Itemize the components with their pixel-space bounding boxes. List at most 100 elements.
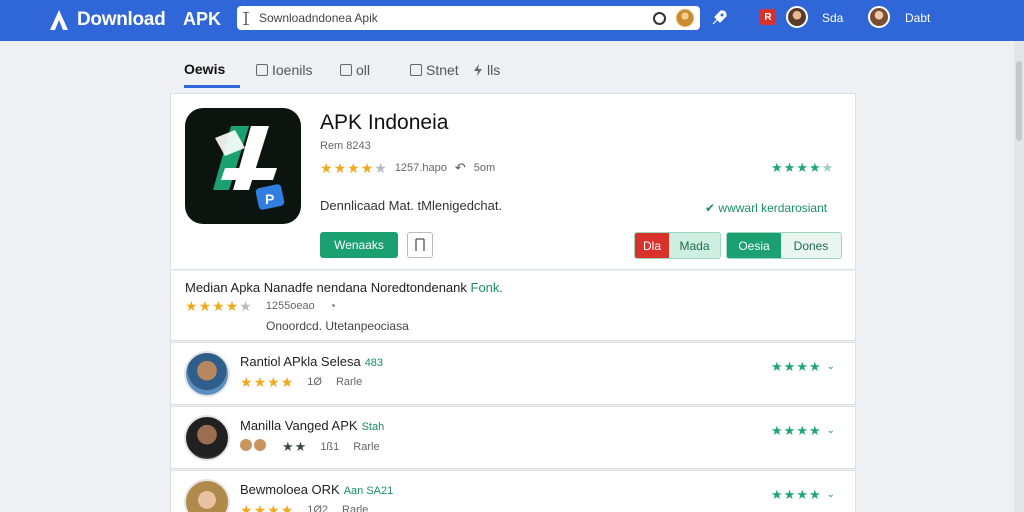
summary-title: Median Apka Nanadfe nendana Noredtondena… [185,280,467,295]
chevron-down-icon[interactable]: ⌄ [827,425,835,436]
tab-roll[interactable]: oll [340,52,370,88]
review-label: Rarle [353,440,380,453]
scrollbar-thumb[interactable] [1016,61,1022,141]
avatar[interactable] [184,479,230,512]
star-icon: ★ [771,487,783,502]
green-star-rating: ★ ★ ★ ★ [771,424,821,437]
search-avatar-icon[interactable] [676,9,694,27]
install-button[interactable]: Wenaaks [320,232,398,258]
mini-avatars [240,439,268,454]
user-name[interactable]: Dabt [905,11,930,25]
box-icon [340,64,352,76]
chevron-down-icon[interactable]: ⌄ [827,489,835,500]
star-icon: ★ [239,298,252,314]
search-input[interactable] [259,11,653,25]
tab-stnet[interactable]: Stnet [410,52,459,88]
top-bar: Download APK R Sda Dabt [0,0,1024,41]
summary-card: Median Apka Nanadfe nendana Noredtondena… [170,271,856,341]
review-right: ★ ★ ★ ★ ⌄ [771,360,835,373]
summary-tag[interactable]: Fonk. [471,280,504,295]
search-bar[interactable] [237,6,700,30]
review-item[interactable]: Manilla Vanged APK Stah ★ ★ 1ß1 Rarle ★ ★… [170,406,856,469]
tab-label: Oewis [184,60,226,77]
star-icon: ★ [253,374,267,390]
app-rating-row: ★ ★ ★ ★ ★ 1257.hapo ↶ 5om [320,160,495,176]
star-icon: ★ [333,160,347,176]
tab-details[interactable]: Ioenils [256,52,312,88]
star-icon: ★ [796,487,808,502]
bookmark-button[interactable] [407,232,433,258]
search-ring-icon[interactable] [653,11,666,25]
app-icon[interactable]: P [185,108,301,224]
star-icon: ★ [294,439,307,454]
check-icon: ✔ [705,201,716,215]
review-item[interactable]: Rantiol APkla Selesa 483 ★ ★ ★ ★ 1Ø Rarle… [170,342,856,405]
summary-text: Median Apka Nanadfe nendana Noredtondena… [185,280,503,295]
avatar[interactable] [786,6,808,28]
star-icon: ★ [267,374,280,390]
review-label: Rarle [342,504,369,512]
star-icon: ★ [225,298,239,314]
reviewer-name: Manilla Vanged APK [240,418,358,433]
star-icon: ★ [280,502,294,512]
chevron-down-icon[interactable]: ⌄ [827,361,835,372]
star-icon: ★ [253,502,267,512]
review-tag: 483 [364,357,384,369]
flag-icon[interactable]: R [760,9,776,25]
app-meta: Rem 8243 [320,140,371,152]
star-icon: ★ [360,160,374,176]
svg-text:P: P [265,191,274,207]
star-rating: ★ ★ ★ ★ ★ [320,161,387,175]
star-icon: ★ [821,160,834,175]
user-name[interactable]: Sda [822,11,843,25]
app-logo-graphic: P [213,126,285,210]
share-label[interactable]: 5om [474,162,495,174]
avatar[interactable] [184,415,230,461]
star-icon: ★ [783,487,796,502]
apk-nav-link[interactable]: APK [183,9,221,30]
search-icon[interactable]: ◔ [329,299,336,313]
doc-icon [256,64,268,76]
seg-option-oesia[interactable]: Oesia [727,233,781,258]
star-icon: ★ [808,423,821,438]
bookmark-icon [415,238,425,251]
list-icon [410,64,422,76]
tab-overview[interactable]: Oewis [184,52,240,88]
review-right: ★ ★ ★ ★ ⌄ [771,488,835,501]
review-meta: ★ ★ 1ß1 Rarle [240,439,380,454]
review-right: ★ ★ ★ ★ ⌄ [771,424,835,437]
summary-subtitle: Onoordcd. Utetanpeociasa [266,319,409,333]
tab-label: oll [356,62,371,78]
star-icon: ★ [347,160,360,176]
logo[interactable]: Download [47,6,166,34]
star-icon: ★ [212,298,225,314]
star-icon: ★ [240,374,253,390]
app-description: Dennlicaad Mat. tMlenigedchat. [320,198,503,213]
avatar[interactable] [868,6,890,28]
review-label: Rarle [335,376,363,388]
share-icon[interactable]: ↶ [455,160,466,176]
star-icon: ★ [808,160,821,175]
tab-bolt[interactable]: lls [473,52,500,88]
review-count: 1ß1 [320,440,340,453]
avatar[interactable] [184,351,230,397]
seg-option-dla[interactable]: Dla [635,233,669,258]
star-icon: ★ [796,423,808,438]
verified-link[interactable]: ✔ wwwarl kerdarosiant [705,201,827,215]
green-star-rating: ★ ★ ★ ★ [771,488,821,501]
star-rating: ★ ★ ★ ★ [240,375,293,389]
logo-a-icon [50,10,68,30]
app-card: P APK Indoneia Rem 8243 ★ ★ ★ ★ ★ 1257.h… [170,93,856,270]
review-tag: Aan SA21 [343,485,394,497]
mini-avatar [254,439,266,451]
app-title: APK Indoneia [320,111,449,134]
review-item[interactable]: Bewmoloea ORK Aan SA21 ★ ★ ★ ★ 1Ø2 Rarle … [170,470,856,512]
green-star-rating: ★ ★ ★ ★ ★ [771,161,833,174]
rocket-icon[interactable] [710,9,728,27]
star-icon: ★ [771,160,783,175]
seg-option-dones[interactable]: Dones [781,233,841,258]
text-cursor-icon [243,11,253,25]
review-tag: Stah [361,421,385,433]
seg-option-mada[interactable]: Mada [669,233,720,258]
scrollbar[interactable] [1014,41,1024,512]
